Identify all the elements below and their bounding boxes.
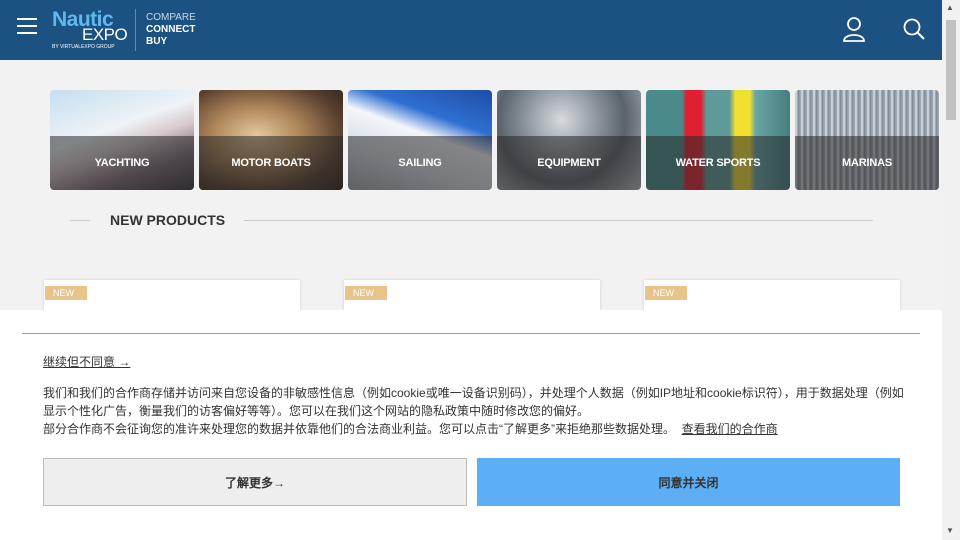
new-badge: NEW [345, 286, 387, 300]
site-header [0, 0, 942, 60]
heading-rule-right [244, 220, 873, 221]
nauticexpo-logo[interactable]: Nautic EXPO BY VIRTUALEXPO GROUP [52, 8, 130, 54]
scrollbar-thumb[interactable] [946, 20, 956, 120]
logo-divider [135, 9, 136, 51]
continue-without-agreeing-link[interactable]: 继续但不同意 → [43, 353, 130, 370]
heading-rule-left [70, 220, 90, 221]
scroll-down-icon[interactable]: ▼ [946, 526, 954, 535]
category-water-sports[interactable]: WATER SPORTS [646, 90, 790, 190]
new-badge: NEW [45, 286, 87, 300]
category-motor-boats[interactable]: MOTOR BOATS [199, 90, 343, 190]
category-marinas[interactable]: MARINAS [795, 90, 939, 190]
new-products-heading: NEW PRODUCTS [110, 212, 226, 228]
category-label: MOTOR BOATS [231, 157, 311, 169]
category-label: WATER SPORTS [675, 157, 761, 169]
search-icon[interactable] [902, 17, 926, 41]
category-sailing[interactable]: SAILING [348, 90, 492, 190]
logo-expo: EXPO [82, 25, 128, 44]
tagline-compare: COMPARE [146, 12, 196, 23]
agree-and-close-button[interactable]: 同意并关闭 [477, 458, 900, 506]
consent-text-line2-body: 部分合作商不会征询您的准许来处理您的数据并依靠他们的合法商业利益。您可以点击“了… [43, 422, 675, 436]
new-badge: NEW [645, 286, 687, 300]
category-label: EQUIPMENT [537, 157, 601, 169]
tagline: COMPARE CONNECT BUY [146, 12, 196, 48]
category-label: MARINAS [842, 157, 892, 169]
consent-divider [22, 333, 920, 334]
scroll-up-icon[interactable]: ▲ [946, 3, 954, 12]
consent-text-line1: 我们和我们的合作商存储并访问来自您设备的非敏感性信息（例如cookie或唯一设备… [43, 386, 904, 418]
learn-more-button[interactable]: 了解更多→ [43, 458, 467, 506]
consent-text-line2: 部分合作商不会征询您的准许来处理您的数据并依靠他们的合法商业利益。您可以点击“了… [43, 420, 913, 438]
logo-group: BY VIRTUALEXPO GROUP [52, 44, 115, 50]
tagline-connect: CONNECT [146, 24, 196, 35]
consent-text: 我们和我们的合作商存储并访问来自您设备的非敏感性信息（例如cookie或唯一设备… [43, 384, 913, 438]
category-label: YACHTING [94, 157, 150, 169]
menu-icon[interactable] [17, 18, 37, 34]
category-label: SAILING [398, 157, 442, 169]
category-yachting[interactable]: YACHTING [50, 90, 194, 190]
category-equipment[interactable]: EQUIPMENT [497, 90, 641, 190]
user-icon[interactable] [842, 16, 866, 42]
view-partners-link[interactable]: 查看我们的合作商 [682, 422, 778, 436]
tagline-buy: BUY [146, 36, 168, 47]
